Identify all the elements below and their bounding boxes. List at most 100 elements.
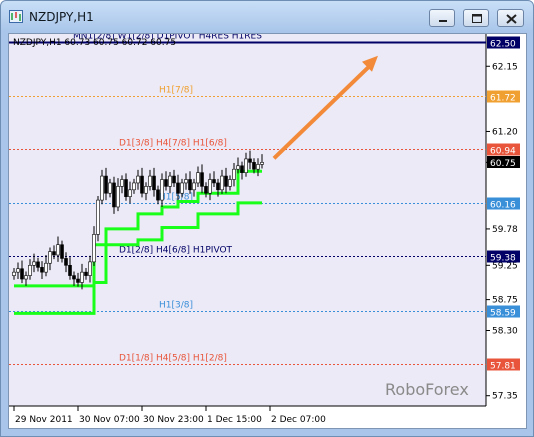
candle-body (12, 271, 16, 276)
candle-body (136, 175, 140, 184)
candle-body (212, 179, 216, 184)
candle-body (244, 158, 248, 173)
y-tick-label: 57.35 (492, 392, 518, 402)
y-tick-label: 62.15 (492, 62, 518, 72)
candle-body (236, 165, 240, 170)
candle-body (72, 275, 76, 280)
candle-body (60, 244, 64, 259)
level-label: H1[7/8] (159, 86, 193, 96)
level-label: D1[2/8] H4[6/8] H1PIVOT (119, 246, 233, 256)
candle-body (224, 175, 228, 187)
candle-body (92, 234, 96, 263)
candle-body (232, 168, 236, 180)
candle-body (56, 244, 60, 256)
candle-body (216, 182, 220, 191)
x-tick-label: 1 Dec 15:00 (207, 415, 262, 425)
candle-body (84, 271, 88, 276)
candle-body (64, 258, 68, 266)
title-bar[interactable]: NZDJPY,H1 (1, 1, 533, 33)
level-label: D1[1/8] H4[5/8] H1[2/8] (119, 354, 227, 364)
candle-body (228, 179, 232, 187)
x-tick-label: 29 Nov 2011 (15, 415, 73, 425)
x-tick-label: 30 Nov 23:00 (143, 415, 204, 425)
candle-body (192, 182, 196, 191)
candle-body (196, 172, 200, 184)
candle-body (128, 189, 132, 197)
candle-body (200, 172, 204, 187)
candle-body (44, 262, 48, 273)
chart-app-icon (9, 10, 23, 23)
minimize-icon (439, 20, 447, 22)
candle-body (112, 182, 116, 208)
candle-body (76, 278, 80, 283)
candle-body (96, 199, 100, 235)
candle-body (208, 179, 212, 194)
candle-body (40, 267, 44, 273)
candle-body (156, 189, 160, 201)
candle-body (36, 261, 40, 268)
y-tick-label: 58.75 (492, 296, 518, 306)
candle-body (252, 162, 256, 170)
candle-body (180, 182, 184, 194)
candle-body (116, 186, 120, 208)
price-tag-label: 59.38 (490, 254, 516, 264)
candle-body (52, 251, 56, 256)
candle-body (204, 186, 208, 194)
candle-body (172, 175, 176, 184)
price-tag-label: 57.81 (490, 362, 516, 372)
window-title: NZDJPY,H1 (29, 10, 94, 24)
candle-body (24, 275, 28, 280)
candle-body (188, 179, 192, 191)
price-tag-label: 60.16 (490, 201, 516, 211)
price-tag-label: 62.50 (490, 40, 516, 50)
candle-body (248, 158, 252, 163)
candle-body (164, 179, 168, 187)
candle-body (148, 175, 152, 187)
current-price-label: 60.75 (490, 159, 516, 169)
x-tick-label: 2 Dec 07:00 (271, 415, 326, 425)
candle-body (20, 268, 24, 280)
minimize-button[interactable] (429, 9, 455, 27)
candle-body (48, 251, 52, 264)
candle-body (132, 182, 136, 191)
y-tick-label: 61.20 (492, 127, 518, 137)
plot-background (9, 34, 486, 406)
candle-body (160, 179, 164, 201)
y-tick-label: 59.78 (492, 225, 518, 235)
watermark-text: RoboForex (385, 380, 469, 399)
candle-body (80, 271, 84, 283)
candle-body (120, 179, 124, 187)
candle-body (68, 264, 72, 276)
price-tag-label: 60.94 (490, 147, 516, 157)
candle-body (88, 261, 92, 276)
maximize-icon (472, 14, 482, 23)
maximize-button[interactable] (463, 9, 489, 27)
chart-header: NZDJPY,H1 60.73 60.75 60.72 60.75 (13, 38, 176, 48)
candle-body (260, 162, 264, 165)
candle-body (152, 175, 156, 191)
candle-body (220, 175, 224, 191)
candle-body (32, 261, 36, 266)
candle-body (144, 186, 148, 194)
y-tick-label: 58.30 (492, 327, 518, 337)
close-icon (506, 14, 517, 24)
price-tag-label: 58.59 (490, 309, 516, 319)
candle-body (184, 179, 188, 184)
x-tick-label: 30 Nov 07:00 (79, 415, 140, 425)
candle-body (124, 179, 128, 197)
price-tag-label: 61.72 (490, 94, 516, 104)
candle-body (28, 264, 32, 276)
candle-body (108, 182, 112, 194)
level-label: H1[3/8] (159, 301, 193, 311)
level-label: D1[3/8] H4[7/8] H1[6/8] (119, 139, 227, 149)
close-button[interactable] (497, 9, 524, 27)
candle-body (240, 165, 244, 173)
chart-window: NZDJPY,H1 MN1[2/8] W1[2/8] D1PIVOT H4RES… (0, 0, 534, 437)
candle-body (168, 175, 172, 187)
candle-body (176, 182, 180, 194)
chart-area[interactable]: MN1[2/8] W1[2/8] D1PIVOT H4RES H1RES H1[7… (8, 33, 527, 429)
candle-body (104, 175, 108, 194)
price-chart[interactable]: MN1[2/8] W1[2/8] D1PIVOT H4RES H1RESH1[7… (9, 34, 526, 428)
candle-body (140, 175, 144, 194)
candle-body (100, 175, 104, 201)
